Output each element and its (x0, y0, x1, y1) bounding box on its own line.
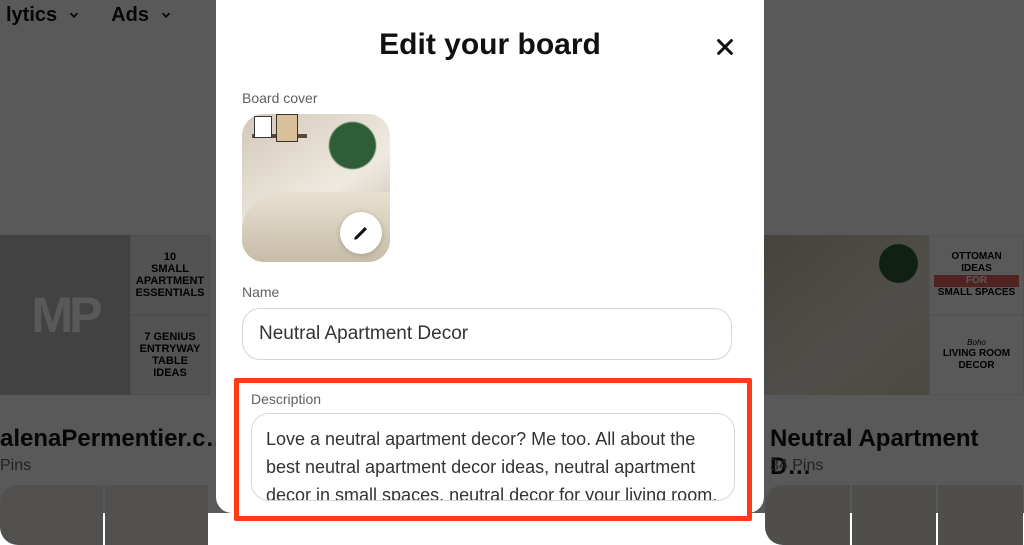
thumb-text: ESSENTIALS (135, 287, 204, 299)
thumb-text: SMALL SPACES (934, 287, 1019, 299)
board-thumb-small: 10 SMALL APARTMENT ESSENTIALS (130, 235, 210, 315)
pin-thumb[interactable] (852, 485, 937, 545)
board-cover-preview[interactable] (242, 114, 390, 262)
thumb-text: SMALL APARTMENT (135, 263, 205, 287)
cover-decoration (254, 116, 272, 138)
board-row-right (765, 485, 1024, 545)
board-description-input[interactable] (251, 413, 735, 501)
thumb-text: OTTOMAN (934, 251, 1019, 263)
description-label: Description (251, 391, 747, 407)
thumb-text: FOR (934, 275, 1019, 287)
close-icon (714, 36, 736, 58)
edit-board-modal: Edit your board Board cover Name Descrip… (216, 0, 764, 513)
name-label: Name (242, 284, 764, 300)
close-button[interactable] (708, 30, 742, 64)
chevron-down-icon (159, 8, 173, 22)
board-thumb-small: Boho LIVING ROOM DECOR (929, 315, 1024, 395)
nav-analytics[interactable]: lytics (6, 4, 81, 27)
board-thumb-small: 7 GENIUS ENTRYWAY TABLE IDEAS (130, 315, 210, 395)
board-title-left[interactable]: alenaPermentier.c… (0, 425, 229, 453)
thumb-text: TABLE (152, 355, 188, 367)
chevron-down-icon (67, 8, 81, 22)
description-highlight-box: Description (234, 378, 752, 521)
edit-cover-button[interactable] (340, 212, 382, 254)
board-pin-count-left: Pins (0, 457, 31, 475)
pin-thumb[interactable] (938, 485, 1023, 545)
board-row-left (0, 485, 210, 545)
pin-thumb[interactable] (105, 485, 208, 545)
board-thumb-small: OTTOMAN IDEAS FOR SMALL SPACES (929, 235, 1024, 315)
nav-ads[interactable]: Ads (111, 4, 173, 27)
modal-header: Edit your board (216, 0, 764, 90)
board-cover-thumb: MP (0, 235, 130, 395)
name-field-block: Name (216, 284, 764, 360)
thumb-text: IDEAS (934, 263, 1019, 275)
pin-thumb[interactable] (765, 485, 850, 545)
thumb-text: 7 GENIUS (144, 331, 195, 343)
thumb-text: IDEAS (153, 367, 187, 379)
thumb-text: Boho (934, 338, 1019, 348)
cover-decoration (276, 114, 298, 142)
thumb-text: DECOR (934, 360, 1019, 372)
pin-thumb[interactable] (0, 485, 103, 545)
board-name-input[interactable] (242, 308, 732, 360)
nav-ads-label: Ads (111, 4, 149, 27)
board-cover-thumb (764, 235, 929, 395)
modal-title: Edit your board (379, 28, 601, 62)
pencil-icon (352, 224, 370, 242)
thumb-text: 10 (164, 251, 176, 263)
nav-analytics-label: lytics (6, 4, 57, 27)
board-pin-count-right: 34 Pins (770, 457, 823, 475)
board-card-right[interactable]: OTTOMAN IDEAS FOR SMALL SPACES Boho LIVI… (764, 235, 1024, 405)
board-card-left[interactable]: MP 10 SMALL APARTMENT ESSENTIALS 7 GENIU… (0, 235, 210, 405)
thumb-text: LIVING ROOM (934, 348, 1019, 360)
board-cover-label: Board cover (242, 90, 764, 106)
thumb-text: ENTRYWAY (140, 343, 201, 355)
